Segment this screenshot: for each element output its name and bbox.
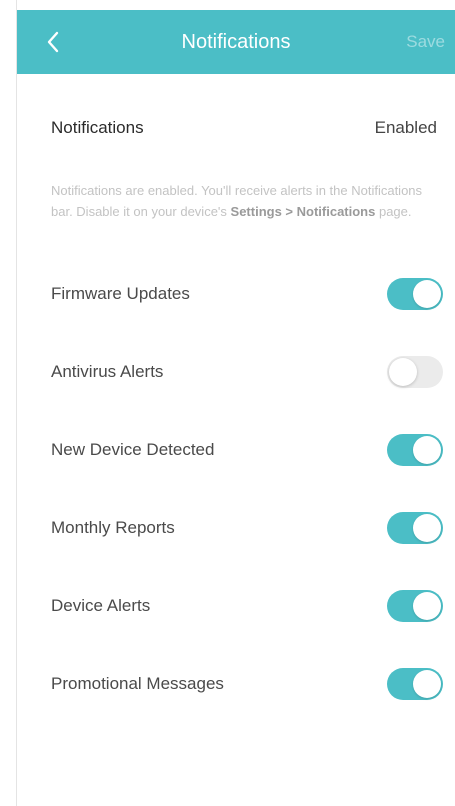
toggle-row-antivirus-alerts: Antivirus Alerts [17, 333, 455, 411]
toggle-knob [413, 514, 441, 542]
status-bar [17, 0, 455, 10]
toggle-knob [389, 358, 417, 386]
toggle-row-promotional-messages: Promotional Messages [17, 645, 455, 723]
toggle-knob [413, 280, 441, 308]
firmware-updates-toggle[interactable] [387, 278, 443, 310]
toggle-label: Device Alerts [51, 596, 151, 615]
toggle-label: Promotional Messages [51, 674, 224, 693]
toggle-label: Firmware Updates [51, 284, 190, 303]
toggle-knob [413, 670, 441, 698]
page-title: Notifications [181, 31, 291, 53]
notifications-status-row: Notifications Enabled [17, 100, 455, 160]
toggle-label: New Device Detected [51, 440, 215, 459]
toggle-row-firmware-updates: Firmware Updates [17, 255, 455, 333]
help-text-outro: page. [375, 204, 412, 219]
settings-path: Settings > Notifications [230, 204, 376, 219]
antivirus-alerts-toggle[interactable] [387, 356, 443, 388]
toggle-row-new-device-detected: New Device Detected [17, 411, 455, 489]
notifications-status-value: Enabled [374, 118, 437, 137]
toggle-knob [413, 436, 441, 464]
notifications-help-text: Notifications are enabled. You'll receiv… [51, 180, 437, 222]
device-alerts-toggle[interactable] [387, 590, 443, 622]
toggle-label: Monthly Reports [51, 518, 175, 537]
toggle-label: Antivirus Alerts [51, 362, 164, 381]
save-button[interactable]: Save [406, 10, 445, 74]
notifications-label: Notifications [51, 118, 144, 137]
toggle-row-monthly-reports: Monthly Reports [17, 489, 455, 567]
toggle-knob [413, 592, 441, 620]
notifications-screen: Notifications Save Notifications Enabled… [16, 0, 455, 806]
header-bar: Notifications Save [17, 10, 455, 74]
new-device-detected-toggle[interactable] [387, 434, 443, 466]
promotional-messages-toggle[interactable] [387, 668, 443, 700]
toggle-row-device-alerts: Device Alerts [17, 567, 455, 645]
monthly-reports-toggle[interactable] [387, 512, 443, 544]
